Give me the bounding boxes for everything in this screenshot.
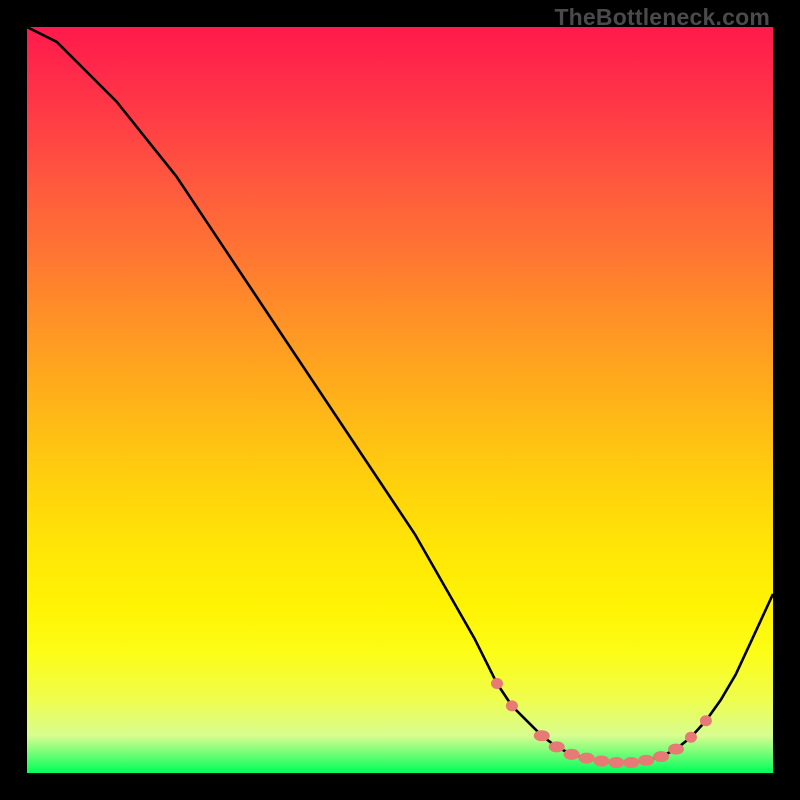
- curve-svg: [27, 27, 773, 773]
- marker-dot: [653, 751, 669, 762]
- marker-dot: [623, 757, 639, 768]
- marker-dot: [638, 755, 654, 766]
- marker-dot: [685, 732, 697, 743]
- marker-dot: [564, 749, 580, 760]
- marker-dot: [668, 744, 684, 755]
- marker-dot: [593, 756, 609, 767]
- chart-frame: TheBottleneck.com: [0, 0, 800, 800]
- marker-dot: [534, 730, 550, 741]
- bottleneck-curve: [27, 27, 773, 763]
- plot-area: [27, 27, 773, 773]
- marker-dot: [579, 753, 595, 764]
- marker-dots: [491, 678, 712, 768]
- marker-dot: [491, 678, 503, 689]
- marker-dot: [700, 715, 712, 726]
- marker-dot: [608, 757, 624, 768]
- marker-dot: [506, 700, 518, 711]
- marker-dot: [549, 741, 565, 752]
